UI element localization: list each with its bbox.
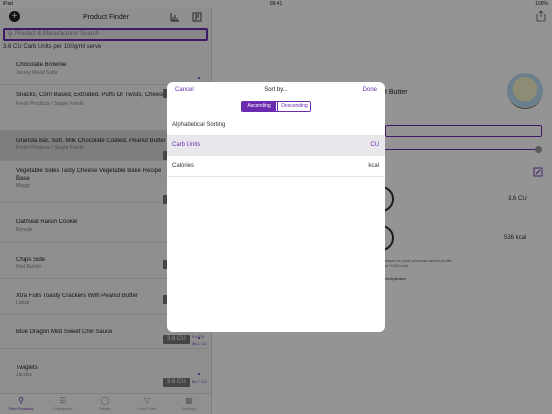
sort-option-calories[interactable]: Calories kcal [167,157,385,177]
sort-option-unit: CU [370,142,379,148]
sort-option-label: Calories [172,163,195,169]
sort-modal: Cancel Sort by... Done Ascending Descend… [167,82,385,332]
sort-modal-title: Sort by... [264,87,288,93]
sort-option-label: Carb Units [172,142,201,148]
sort-direction-segment: Ascending Descending [241,101,311,112]
cancel-button[interactable]: Cancel [175,87,194,93]
ascending-segment[interactable]: Ascending [242,102,276,111]
descending-segment[interactable]: Descending [277,102,310,111]
done-button[interactable]: Done [363,87,377,93]
sort-option-carb-units[interactable]: Carb Units CU [167,136,385,156]
sort-option-label: Alphabetical Sorting [172,122,226,128]
sort-option-alphabetical[interactable]: Alphabetical Sorting [167,116,385,136]
sort-modal-header: Cancel Sort by... Done [167,82,385,98]
sort-option-unit: kcal [368,163,379,169]
